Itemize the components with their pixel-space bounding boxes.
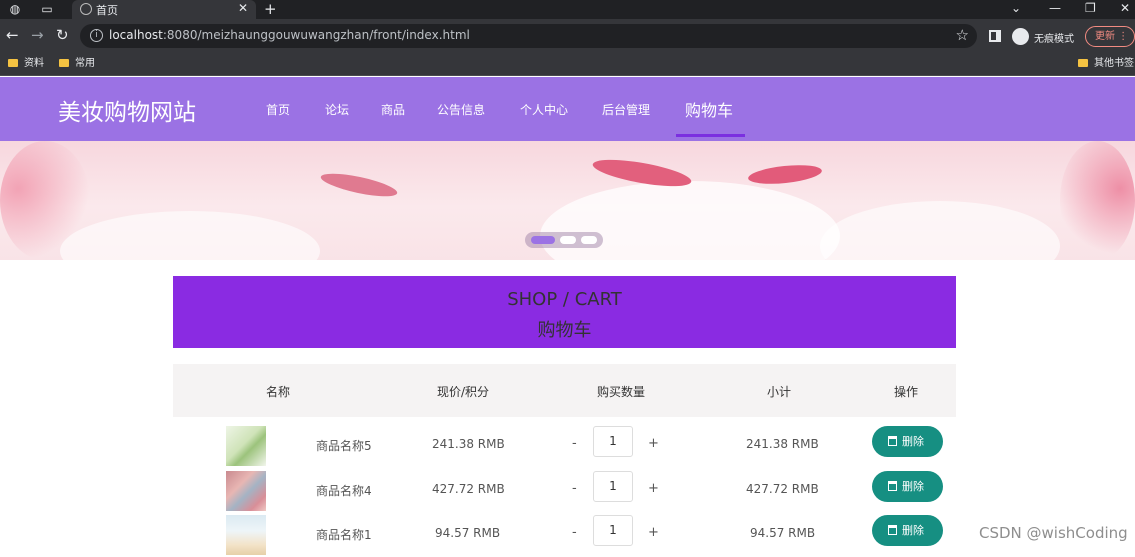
header-action: 操作 xyxy=(894,385,919,399)
bookmark-folder[interactable]: 常用 xyxy=(59,56,95,72)
browser-tab-strip: ◍ ▭ 首页 ✕ + ⌄ — ❐ ✕ xyxy=(0,0,1135,19)
product-thumbnail[interactable] xyxy=(226,426,266,466)
cart-title-english: SHOP / CART xyxy=(507,289,622,310)
nav-products[interactable]: 商品 xyxy=(381,101,405,118)
address-bar[interactable]: i localhost:8080/meizhaunggouwuwangzhan/… xyxy=(80,24,977,48)
back-arrow-icon[interactable]: ← xyxy=(6,26,19,44)
product-name[interactable]: 商品名称1 xyxy=(316,526,372,543)
nav-announcements[interactable]: 公告信息 xyxy=(437,101,485,118)
browser-toolbar: ← → ↻ i localhost:8080/meizhaunggouwuwan… xyxy=(0,19,1135,52)
minimize-icon[interactable]: — xyxy=(1049,0,1061,16)
row-subtotal: 94.57 RMB xyxy=(750,526,816,540)
quantity-input[interactable]: 1 xyxy=(593,515,633,546)
favicon-icon xyxy=(80,3,92,15)
header-name: 名称 xyxy=(266,385,291,399)
carousel-dot[interactable] xyxy=(581,236,597,244)
cart-table-header: 名称 现价/积分 购买数量 小计 操作 xyxy=(173,364,956,417)
carousel-indicator xyxy=(525,232,603,248)
nav-home[interactable]: 首页 xyxy=(266,101,290,118)
incognito-avatar-icon[interactable] xyxy=(1012,28,1029,45)
table-row: 商品名称1 94.57 RMB - 1 + 94.57 RMB 删除 xyxy=(173,512,956,557)
delete-button[interactable]: 删除 xyxy=(872,471,943,502)
delete-button[interactable]: 删除 xyxy=(872,515,943,546)
quantity-input[interactable]: 1 xyxy=(593,471,633,502)
forward-arrow-icon[interactable]: → xyxy=(31,26,44,44)
url-text: localhost:8080/meizhaunggouwuwangzhan/fr… xyxy=(109,28,470,42)
quantity-decrement-button[interactable]: - xyxy=(572,525,577,540)
delete-button[interactable]: 删除 xyxy=(872,426,943,457)
site-logo-title[interactable]: 美妆购物网站 xyxy=(58,93,196,127)
window-icon[interactable]: ▭ xyxy=(40,2,54,16)
product-price: 427.72 RMB xyxy=(432,482,505,496)
folder-icon xyxy=(59,59,69,67)
nav-personal-center[interactable]: 个人中心 xyxy=(520,101,568,118)
quantity-decrement-button[interactable]: - xyxy=(572,481,577,496)
carousel-dot[interactable] xyxy=(560,236,576,244)
table-row: 商品名称4 427.72 RMB - 1 + 427.72 RMB 删除 xyxy=(173,468,956,513)
product-name[interactable]: 商品名称4 xyxy=(316,482,372,499)
cart-title-chinese: 购物车 xyxy=(537,320,592,341)
bookmark-folder[interactable]: 资料 xyxy=(8,56,44,72)
restore-icon[interactable]: ❐ xyxy=(1085,0,1096,16)
incognito-label: 无痕模式 xyxy=(1034,34,1074,45)
header-subtotal: 小计 xyxy=(767,385,792,399)
product-thumbnail[interactable] xyxy=(226,515,266,555)
product-price: 241.38 RMB xyxy=(432,437,505,451)
update-button[interactable]: 更新 ⋮ xyxy=(1085,26,1135,47)
quantity-input[interactable]: 1 xyxy=(593,426,633,457)
header-price: 现价/积分 xyxy=(437,385,490,399)
folder-icon xyxy=(1078,59,1088,67)
bookmarks-bar: 资料 常用 其他书签 xyxy=(0,52,1135,76)
folder-icon xyxy=(8,59,18,67)
watermark: CSDN @wishCoding xyxy=(979,524,1128,542)
nav-active-indicator xyxy=(676,134,745,137)
site-header: 美妆购物网站 首页 论坛 商品 公告信息 个人中心 后台管理 购物车 xyxy=(0,77,1135,141)
product-thumbnail[interactable] xyxy=(226,471,266,511)
quantity-increment-button[interactable]: + xyxy=(648,481,659,496)
close-icon[interactable]: ✕ xyxy=(238,1,248,15)
globe-icon[interactable]: ◍ xyxy=(8,2,22,16)
quantity-decrement-button[interactable]: - xyxy=(572,436,577,451)
nav-forum[interactable]: 论坛 xyxy=(325,101,349,118)
info-icon[interactable]: i xyxy=(90,29,103,42)
new-tab-plus-icon[interactable]: + xyxy=(264,0,277,18)
carousel-dot[interactable] xyxy=(531,236,555,244)
nav-cart[interactable]: 购物车 xyxy=(685,97,733,121)
reload-icon[interactable]: ↻ xyxy=(56,26,69,44)
table-row: 商品名称5 241.38 RMB - 1 + 241.38 RMB 删除 xyxy=(173,423,956,468)
chevron-down-icon[interactable]: ⌄ xyxy=(1011,0,1021,16)
trash-icon xyxy=(888,436,897,446)
trash-icon xyxy=(888,525,897,535)
trash-icon xyxy=(888,481,897,491)
product-price: 94.57 RMB xyxy=(435,526,501,540)
nav-admin[interactable]: 后台管理 xyxy=(602,101,650,118)
other-bookmarks-folder[interactable]: 其他书签 xyxy=(1078,56,1134,72)
cart-title-banner: SHOP / CART 购物车 xyxy=(173,276,956,348)
star-bookmark-icon[interactable]: ☆ xyxy=(956,26,969,44)
product-name[interactable]: 商品名称5 xyxy=(316,437,372,454)
side-panel-icon[interactable] xyxy=(989,30,1001,42)
header-quantity: 购买数量 xyxy=(597,385,646,399)
tab-title: 首页 xyxy=(96,4,118,17)
window-close-icon[interactable]: ✕ xyxy=(1120,0,1130,16)
row-subtotal: 241.38 RMB xyxy=(746,437,819,451)
quantity-increment-button[interactable]: + xyxy=(648,436,659,451)
row-subtotal: 427.72 RMB xyxy=(746,482,819,496)
quantity-increment-button[interactable]: + xyxy=(648,525,659,540)
browser-tab[interactable]: 首页 ✕ xyxy=(72,0,256,19)
